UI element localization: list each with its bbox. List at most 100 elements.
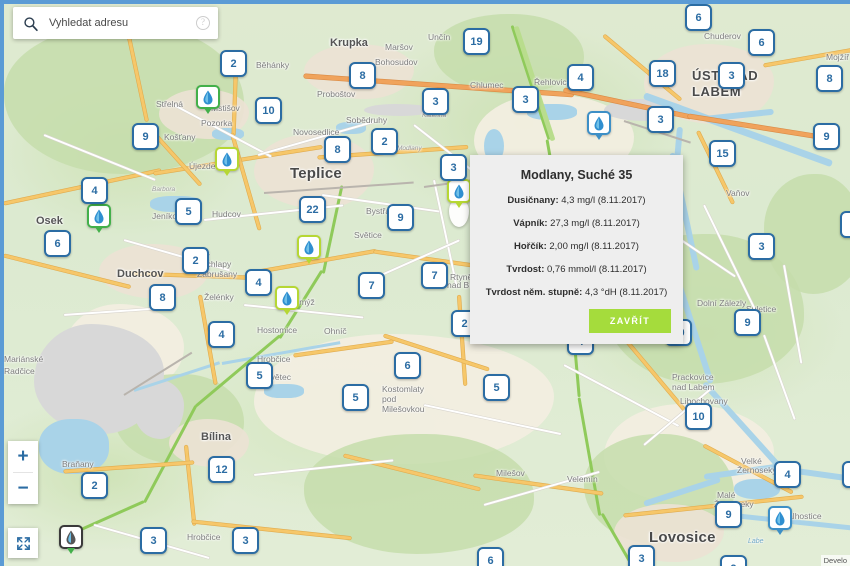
cluster-marker[interactable]: 3 [647,106,674,133]
cluster-marker[interactable]: 5 [342,384,369,411]
cluster-marker[interactable]: 10 [685,403,712,430]
zoom-in-button[interactable]: + [8,441,38,472]
help-icon[interactable]: ? [196,16,210,30]
cluster-marker[interactable]: 18 [649,60,676,87]
popup-actions: ZAVŘÍT [482,309,671,334]
cluster-marker[interactable]: 12 [842,461,850,488]
cluster-marker[interactable]: 9 [132,123,159,150]
zoom-out-button[interactable]: − [8,473,38,504]
popup-measurement-row: Hořčík: 2,00 mg/l (8.11.2017) [482,241,671,253]
cluster-marker[interactable]: 12 [208,456,235,483]
cluster-marker[interactable]: 9 [715,501,742,528]
cluster-marker[interactable]: 3 [840,211,850,238]
cluster-marker[interactable]: 9 [387,204,414,231]
water-drop-icon [775,511,785,525]
water-source-marker[interactable] [587,111,611,140]
cluster-marker[interactable]: 3 [440,154,467,181]
cluster-marker[interactable]: 6 [44,230,71,257]
cluster-marker[interactable]: 7 [358,272,385,299]
cluster-marker[interactable]: 8 [324,136,351,163]
water-drop-icon [594,116,604,130]
cluster-marker[interactable]: 8 [816,65,843,92]
cluster-marker[interactable]: 19 [463,28,490,55]
map-canvas[interactable]: Krupka Maršov Unčín Bohosudov Běhánky Chudero… [4,4,850,566]
cluster-marker[interactable]: 3 [422,88,449,115]
water-source-marker[interactable] [768,506,792,535]
cluster-marker[interactable]: 6 [685,4,712,31]
viewport-edge-top [0,0,850,4]
water-source-marker[interactable] [275,286,299,315]
popup-measurement-label: Vápník: [513,217,548,229]
popup-measurement-row: Tvrdost něm. stupně: 4,3 °dH (8.11.2017) [482,287,671,299]
cluster-marker[interactable]: 3 [718,62,745,89]
cluster-marker[interactable]: 7 [421,262,448,289]
cluster-marker[interactable]: 2 [371,128,398,155]
water-source-marker[interactable] [215,147,239,176]
fullscreen-button[interactable] [8,528,38,558]
viewport-edge-left [0,0,4,566]
cluster-marker[interactable]: 3 [628,545,655,566]
cluster-marker[interactable]: 9 [813,123,840,150]
close-button[interactable]: ZAVŘÍT [589,309,671,334]
cluster-marker[interactable]: 6 [748,29,775,56]
popup-measurement-row: Dusičnany: 4,3 mg/l (8.11.2017) [482,195,671,207]
popup-measurement-value: 2,00 mg/l (8.11.2017) [546,240,639,252]
water-source-marker[interactable] [196,85,220,114]
cluster-marker[interactable]: 2 [182,247,209,274]
popup-measurement-value: 4,3 °dH (8.11.2017) [582,286,668,298]
cluster-marker[interactable]: 4 [245,269,272,296]
cluster-marker[interactable]: 3 [748,233,775,260]
map-attribution[interactable]: Develo [820,555,850,566]
water-source-marker[interactable] [447,179,471,208]
popup-title: Modlany, Suché 35 [520,168,633,182]
map-lake [39,419,109,474]
fullscreen-icon [16,536,30,550]
cluster-marker[interactable]: 8 [349,62,376,89]
cluster-marker[interactable]: 3 [232,527,259,554]
cluster-marker[interactable]: 2 [81,472,108,499]
cluster-marker[interactable]: 5 [483,374,510,401]
popup-measurement-label: Tvrdost: [506,263,545,275]
popup-measurement-value: 27,3 mg/l (8.11.2017) [547,217,640,229]
cluster-marker[interactable]: 4 [81,177,108,204]
cluster-marker[interactable]: 8 [149,284,176,311]
cluster-marker[interactable]: 2 [220,50,247,77]
popup-measurements: Dusičnany: 4,3 mg/l (8.11.2017) Vápník: 2… [482,195,671,298]
water-drop-icon [203,90,213,104]
water-source-marker[interactable] [87,204,111,233]
cluster-marker[interactable]: 6 [394,352,421,379]
popup-measurement-label: Tvrdost něm. stupně: [485,286,583,298]
cluster-marker[interactable]: 3 [512,86,539,113]
water-drop-icon [66,530,76,544]
search-input[interactable] [49,17,196,29]
water-source-marker[interactable] [297,235,321,264]
cluster-marker[interactable]: 4 [208,321,235,348]
water-drop-icon [94,209,104,223]
search-bar[interactable]: ? [13,7,218,39]
cluster-marker[interactable]: 4 [774,461,801,488]
popup-measurement-row: Tvrdost: 0,76 mmol/l (8.11.2017) [482,264,671,276]
cluster-marker[interactable]: 9 [720,555,747,566]
water-source-marker[interactable] [59,525,83,554]
cluster-marker[interactable]: 4 [567,64,594,91]
popup-measurement-row: Vápník: 27,3 mg/l (8.11.2017) [482,218,671,230]
water-drop-icon [304,240,314,254]
cluster-marker[interactable]: 9 [734,309,761,336]
water-drop-icon [282,291,292,305]
cluster-marker[interactable]: 10 [255,97,282,124]
popup-measurement-label: Dusičnany: [507,195,559,206]
cluster-marker[interactable]: 5 [175,198,202,225]
cluster-marker[interactable]: 5 [246,362,273,389]
zoom-controls[interactable]: + − [8,441,38,504]
cluster-marker[interactable]: 15 [709,140,736,167]
cluster-marker[interactable]: 6 [477,547,504,566]
search-icon [24,16,38,31]
cluster-marker[interactable]: 3 [140,527,167,554]
popup-measurement-value: 0,76 mmol/l (8.11.2017) [544,263,647,275]
map-forest [434,14,584,94]
map-application: Krupka Maršov Unčín Bohosudov Běhánky Chudero… [0,0,850,566]
cluster-marker[interactable]: 22 [299,196,326,223]
popup-measurement-value: 4,3 mg/l (8.11.2017) [558,195,646,206]
popup-measurement-label: Hořčík: [514,240,547,252]
water-drop-icon [454,184,464,198]
